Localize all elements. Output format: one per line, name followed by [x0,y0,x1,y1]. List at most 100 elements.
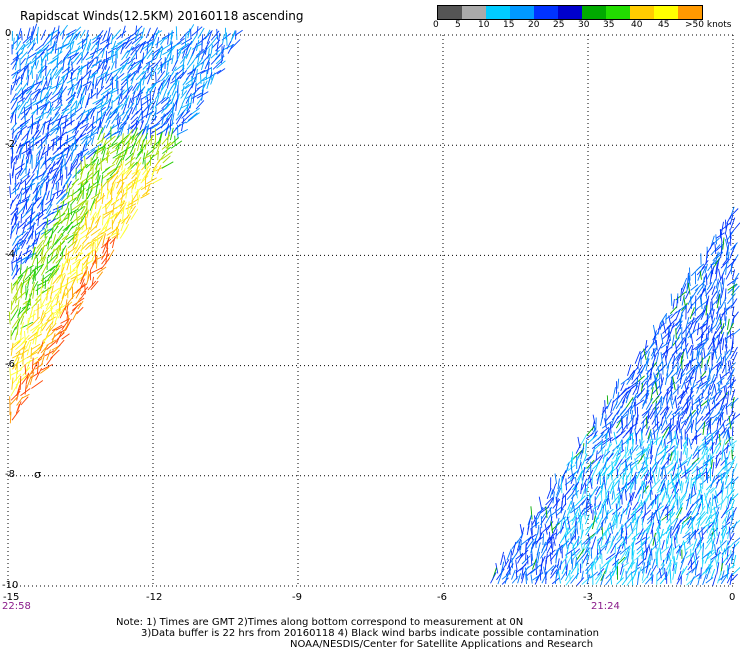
wind-barb [612,387,616,399]
wind-barb [645,397,654,410]
wind-barb [679,557,685,570]
wind-barb [129,142,136,155]
wind-barb [596,508,603,520]
wind-barb [216,45,219,56]
wind-barb [714,544,717,556]
wind-barb [34,230,37,240]
contamination-marker: σ [34,468,41,481]
wind-barb [169,119,172,130]
wind-barb [35,304,45,311]
wind-barb [490,572,497,584]
wind-barb [686,575,697,586]
wind-barb [94,250,97,264]
wind-barb [530,574,533,584]
wind-barb [62,323,69,335]
wind-barb [727,528,730,539]
wind-barb [542,533,545,546]
wind-barb [31,201,34,215]
note-line-2: 3)Data buffer is 22 hrs from 20160118 4)… [141,628,599,639]
wind-barb [511,569,516,580]
wind-barb [29,216,32,230]
wind-barb [670,526,672,539]
wind-barb [30,347,32,360]
wind-barb [720,356,723,369]
time-label-right: 21:24 [591,601,620,612]
wind-barb [710,459,713,469]
wind-barb [550,537,553,549]
wind-barb [184,32,187,46]
wind-barb [80,65,83,75]
wind-barb [635,433,638,445]
wind-barb [627,507,632,520]
wind-barb [571,494,574,505]
wind-barb [154,37,166,46]
wind-barb [25,141,28,155]
wind-barb [720,506,729,519]
wind-barb [683,542,686,555]
wind-barb [9,173,12,185]
wind-barb [216,68,226,75]
wind-barb [691,398,694,411]
wind-barb [571,558,574,570]
wind-barb [40,323,43,334]
wind-barb [711,461,715,475]
wind-barb [672,385,682,395]
wind-barb [729,329,732,339]
wind-barb [95,217,100,229]
wind-barb [135,25,138,36]
wind-barb [611,490,614,500]
wind-barb [581,575,593,585]
wind-barb [11,377,14,390]
wind-barb [142,165,150,176]
wind-barb [725,403,728,415]
wind-barb [685,496,690,510]
wind-barb [46,218,49,229]
wind-barb [729,245,736,259]
wind-barb [595,450,598,461]
wind-barb [717,550,720,564]
wind-barb [710,502,713,514]
wind-barb [515,560,518,571]
wind-barb [666,318,677,329]
wind-barb [106,152,109,164]
wind-barb [690,265,702,277]
wind-barb [669,451,673,461]
wind-barb [510,550,513,561]
wind-barb [656,416,659,430]
wind-barb [104,82,114,90]
wind-barb [56,182,59,196]
wind-barb [25,244,30,255]
wind-barb [686,447,688,459]
wind-barb [713,384,717,395]
wind-barb [680,337,683,350]
wind-barb [612,487,616,500]
wind-barb [117,113,119,125]
lat-lon-grid [7,34,734,587]
wind-barb [10,308,19,321]
wind-barb [49,187,53,201]
wind-barb [12,128,14,139]
wind-barb [690,422,693,434]
wind-barb [688,533,691,545]
wind-barb [14,331,18,341]
wind-barb [21,30,23,41]
note-line-3: NOAA/NESDIS/Center for Satellite Applica… [290,639,594,650]
wind-barb [718,268,722,280]
wind-barb [84,155,86,166]
wind-barb [40,160,46,169]
wind-barb [705,274,708,286]
wind-barb [587,545,591,556]
wind-barb [46,144,49,156]
wind-barb [557,571,561,584]
wind-barb [700,476,710,485]
wind-barb [627,364,632,376]
wind-barb [42,108,45,119]
wind-barb [100,87,111,96]
wind-barb [700,405,706,415]
wind-barb [576,461,582,474]
wind-barb [636,571,640,585]
wind-barb [41,286,53,294]
wind-barb [693,483,696,495]
wind-barb [659,547,662,561]
wind-barb [704,285,708,299]
